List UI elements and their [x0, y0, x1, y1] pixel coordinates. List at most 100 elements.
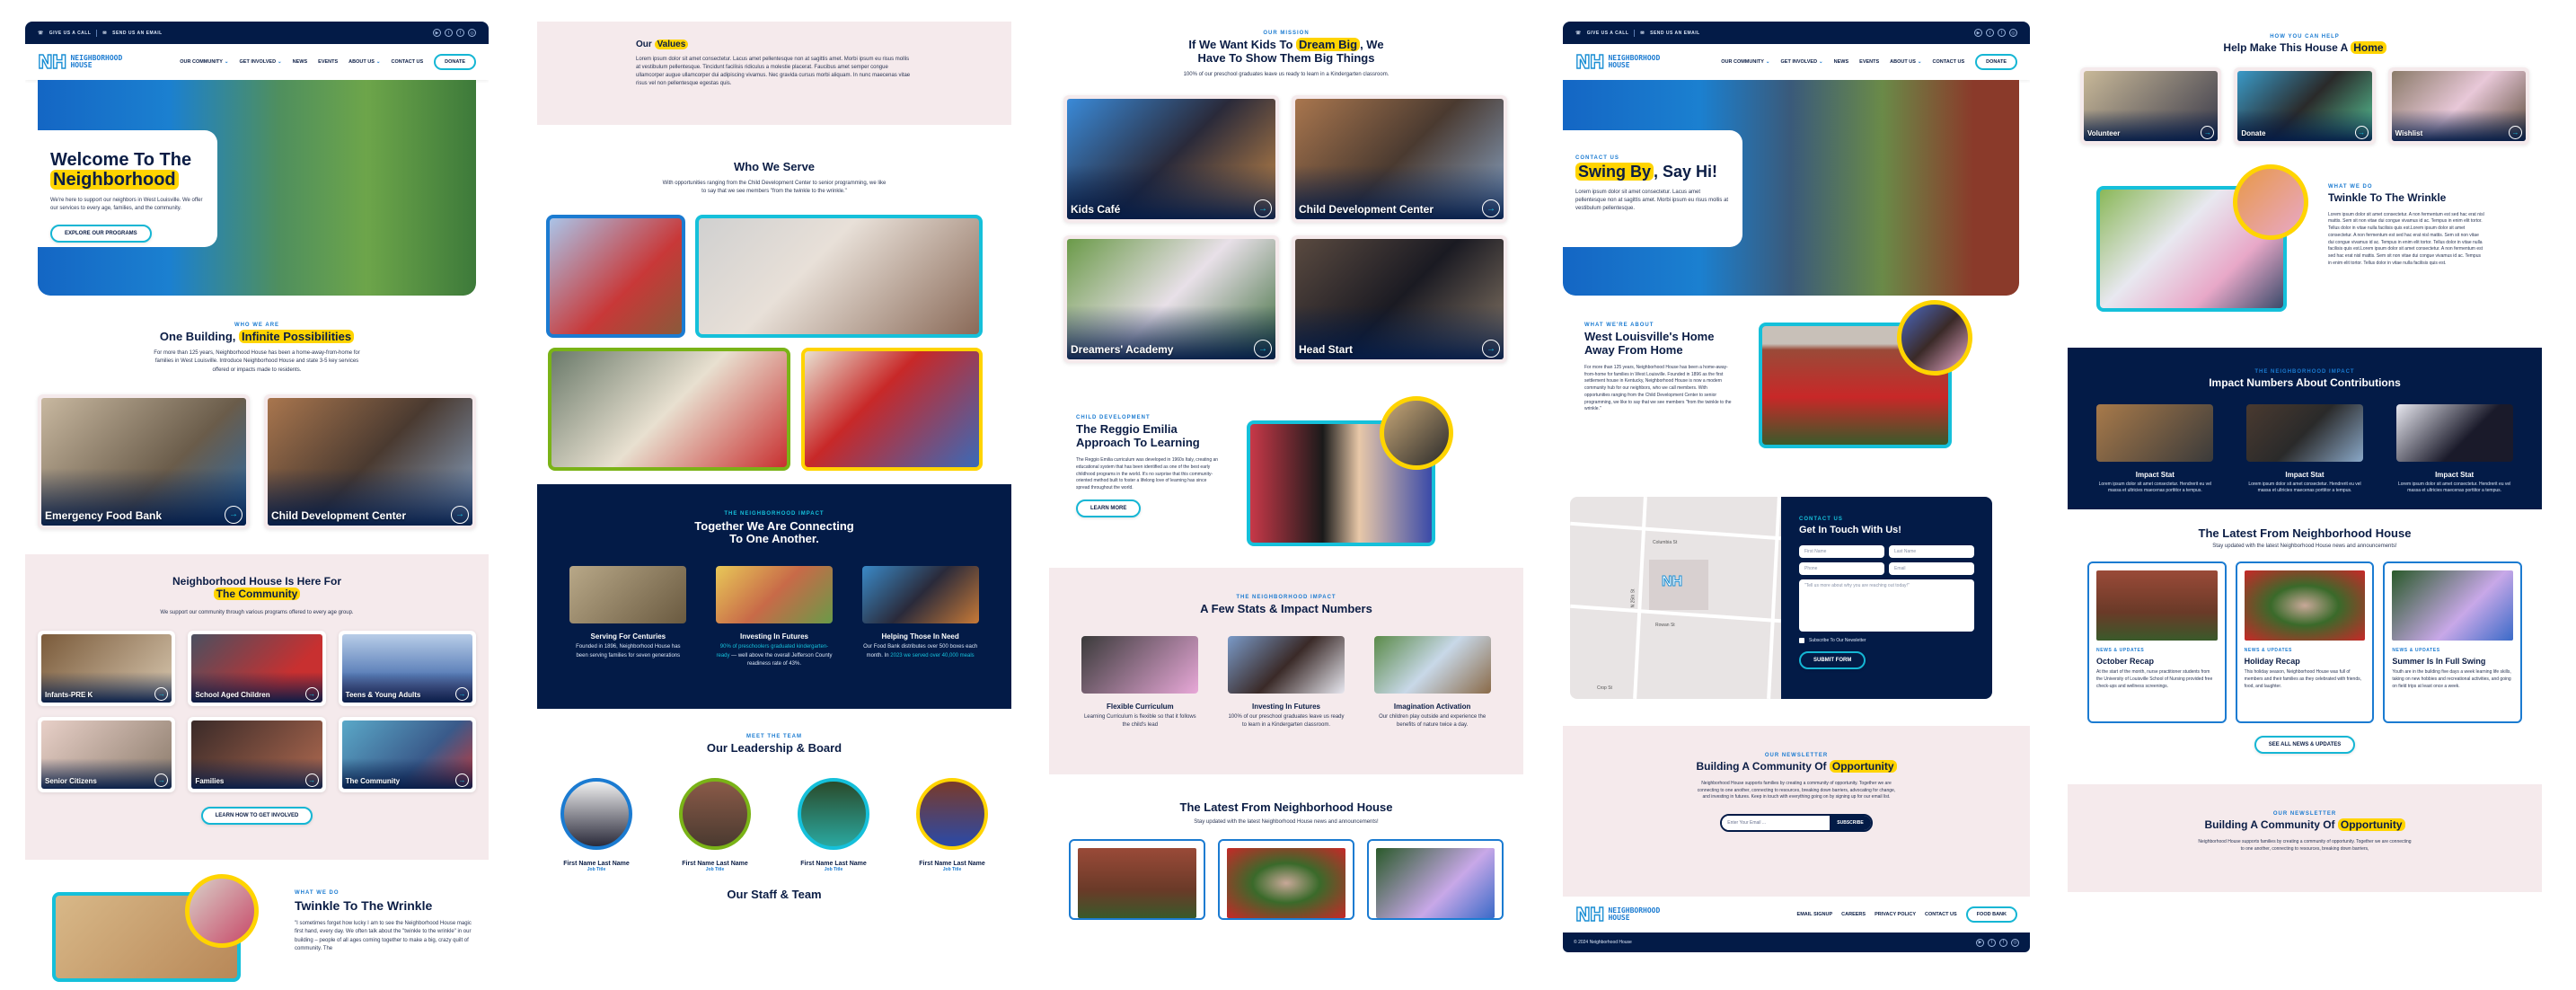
arrow-right-icon[interactable]: →	[154, 686, 169, 701]
arrow-right-icon[interactable]: →	[304, 773, 319, 787]
subscribe-checkbox[interactable]	[1799, 637, 1804, 643]
email-input[interactable]: Email	[1889, 561, 1974, 575]
map[interactable]: NH Columbia St Rowan St N 25th St Crop S…	[1570, 497, 1781, 699]
donate-button[interactable]: DONATE	[1975, 54, 2017, 70]
email-link[interactable]: SEND US AN EMAIL	[1650, 31, 1700, 36]
team-member[interactable]: First Name Last Name Job Title	[670, 778, 760, 872]
arrow-right-icon[interactable]: →	[304, 686, 319, 701]
newsletter-email-input[interactable]: Enter Your Email ...	[1722, 816, 1831, 831]
street-label: N 25th St	[1630, 588, 1636, 608]
chevron-down-icon: ⌄	[1819, 59, 1823, 65]
news-card[interactable]: NEWS & UPDATES Summer Is In Full Swing You…	[2383, 561, 2523, 724]
program-tile[interactable]: Kids Café →	[1063, 95, 1279, 224]
program-tile[interactable]: Head Start →	[1292, 235, 1507, 364]
get-involved-button[interactable]: LEARN HOW TO GET INVOLVED	[200, 806, 313, 825]
arrow-right-icon[interactable]: →	[451, 505, 469, 524]
logo-wordmark: NEIGHBORHOOD HOUSE	[70, 53, 123, 69]
nav-get-involved[interactable]: GET INVOLVED ⌄	[1781, 59, 1823, 65]
donate-button[interactable]: DONATE	[434, 54, 476, 70]
footer-link[interactable]: PRIVACY POLICY	[1875, 912, 1916, 917]
youtube-icon[interactable]: ▶	[1974, 29, 1982, 37]
food-bank-button[interactable]: FOOD BANK	[1965, 906, 2017, 923]
team-member[interactable]: First Name Last Name Job Title	[789, 778, 878, 872]
message-textarea[interactable]: "Tell us more about why you are reaching…	[1799, 579, 1974, 632]
arrow-right-icon[interactable]: →	[454, 773, 469, 787]
nav-about-us[interactable]: ABOUT US ⌄	[348, 59, 380, 65]
facebook-icon[interactable]: f	[1998, 29, 2006, 37]
call-link[interactable]: GIVE US A CALL	[49, 31, 92, 36]
audience-tile[interactable]: Families →	[188, 716, 326, 792]
news-card[interactable]	[1367, 839, 1504, 921]
section-eyebrow: OUR MISSION	[1263, 31, 1310, 36]
nav-about-us[interactable]: ABOUT US ⌄	[1890, 59, 1921, 65]
youtube-icon[interactable]: ▶	[1976, 938, 1984, 947]
audience-tile[interactable]: Teens & Young Adults →	[338, 630, 476, 706]
footer-link[interactable]: CONTACT US	[1925, 912, 1957, 917]
phone-input[interactable]: Phone	[1799, 561, 1884, 575]
contact-hero: CONTACT US Swing By, Say Hi! Lorem ipsum…	[1563, 80, 2019, 296]
twinkle-circle-photo	[2233, 164, 2308, 240]
footer-logo[interactable]: NH NEIGHBORHOOD HOUSE	[1575, 903, 1660, 925]
arrow-right-icon[interactable]: →	[154, 773, 169, 787]
program-tile[interactable]: Dreamers' Academy →	[1063, 235, 1279, 364]
footer-nav: NH NEIGHBORHOOD HOUSE EMAIL SIGNUP CAREERS…	[1563, 897, 2030, 933]
nav-events[interactable]: EVENTS	[1859, 59, 1879, 65]
news-card[interactable]	[1218, 839, 1354, 921]
help-tile[interactable]: Wishlist →	[2387, 66, 2529, 145]
news-card[interactable]: NEWS & UPDATES October Recap At the start …	[2087, 561, 2227, 724]
news-card[interactable]: NEWS & UPDATES Holiday Recap This holiday …	[2235, 561, 2375, 724]
audience-tile[interactable]: Infants-PRE K →	[38, 630, 176, 706]
explore-programs-button[interactable]: EXPLORE OUR PROGRAMS	[50, 224, 152, 243]
instagram-icon[interactable]: ◎	[2011, 938, 2019, 947]
help-tile[interactable]: Volunteer →	[2080, 66, 2222, 145]
design-mockup-board: ☏ GIVE US A CALL ✉ SEND US AN EMAIL ▶ t …	[0, 0, 2576, 990]
submit-form-button[interactable]: SUBMIT FORM	[1799, 650, 1866, 669]
twitter-icon[interactable]: t	[1986, 29, 1994, 37]
first-name-input[interactable]: First Name	[1799, 544, 1884, 558]
tile-label: Emergency Food Bank	[45, 508, 163, 522]
logo[interactable]: NH NEIGHBORHOOD HOUSE	[37, 50, 123, 73]
nav-events[interactable]: EVENTS	[318, 59, 338, 65]
nav-news[interactable]: NEWS	[293, 59, 308, 65]
stat-item: Imagination Activation Our children play …	[1373, 636, 1491, 730]
team-member[interactable]: First Name Last Name Job Title	[907, 778, 997, 872]
audience-tile[interactable]: The Community →	[338, 716, 476, 792]
twitter-icon[interactable]: t	[1988, 938, 1996, 947]
youtube-icon[interactable]: ▶	[433, 29, 441, 37]
nav-news[interactable]: NEWS	[1834, 59, 1849, 65]
call-link[interactable]: GIVE US A CALL	[1587, 31, 1629, 36]
instagram-icon[interactable]: ◎	[468, 29, 476, 37]
audience-tile[interactable]: School Aged Children →	[188, 630, 326, 706]
facebook-icon[interactable]: f	[456, 29, 464, 37]
reggio-circle-photo	[1380, 396, 1453, 471]
arrow-right-icon[interactable]: →	[225, 505, 243, 524]
learn-more-button[interactable]: LEARN MORE	[1076, 499, 1142, 517]
chevron-down-icon: ⌄	[375, 59, 381, 65]
arrow-right-icon[interactable]: →	[2354, 125, 2369, 139]
subscribe-button[interactable]: SUBSCRIBE	[1830, 816, 1871, 831]
nav-get-involved[interactable]: GET INVOLVED ⌄	[240, 59, 282, 65]
footer-link[interactable]: EMAIL SIGNUP	[1797, 912, 1833, 917]
program-tile[interactable]: Emergency Food Bank →	[38, 393, 250, 529]
arrow-right-icon[interactable]: →	[454, 686, 469, 701]
team-member[interactable]: First Name Last Name Job Title	[551, 778, 641, 872]
see-all-news-button[interactable]: SEE ALL NEWS & UPDATES	[2254, 736, 2356, 755]
nav-our-community[interactable]: OUR COMMUNITY ⌄	[1721, 59, 1769, 65]
last-name-input[interactable]: Last Name	[1889, 544, 1974, 558]
help-tile[interactable]: Donate →	[2234, 66, 2376, 145]
program-tile[interactable]: Child Development Center →	[1292, 95, 1507, 224]
arrow-right-icon[interactable]: →	[2508, 125, 2522, 139]
nav-contact-us[interactable]: CONTACT US	[392, 59, 424, 65]
program-tile[interactable]: Child Development Center →	[264, 393, 476, 529]
instagram-icon[interactable]: ◎	[2009, 29, 2017, 37]
section-eyebrow: CHILD DEVELOPMENT	[1076, 415, 1151, 421]
footer-link[interactable]: CAREERS	[1841, 912, 1866, 917]
twitter-icon[interactable]: t	[445, 29, 453, 37]
email-link[interactable]: SEND US AN EMAIL	[112, 31, 163, 36]
nav-contact-us[interactable]: CONTACT US	[1933, 59, 1965, 65]
facebook-icon[interactable]: f	[1999, 938, 2007, 947]
logo[interactable]: NH NEIGHBORHOOD HOUSE	[1575, 50, 1660, 73]
nav-our-community[interactable]: OUR COMMUNITY ⌄	[180, 59, 228, 65]
news-card[interactable]	[1069, 839, 1205, 921]
audience-tile[interactable]: Senior Citizens →	[38, 716, 176, 792]
